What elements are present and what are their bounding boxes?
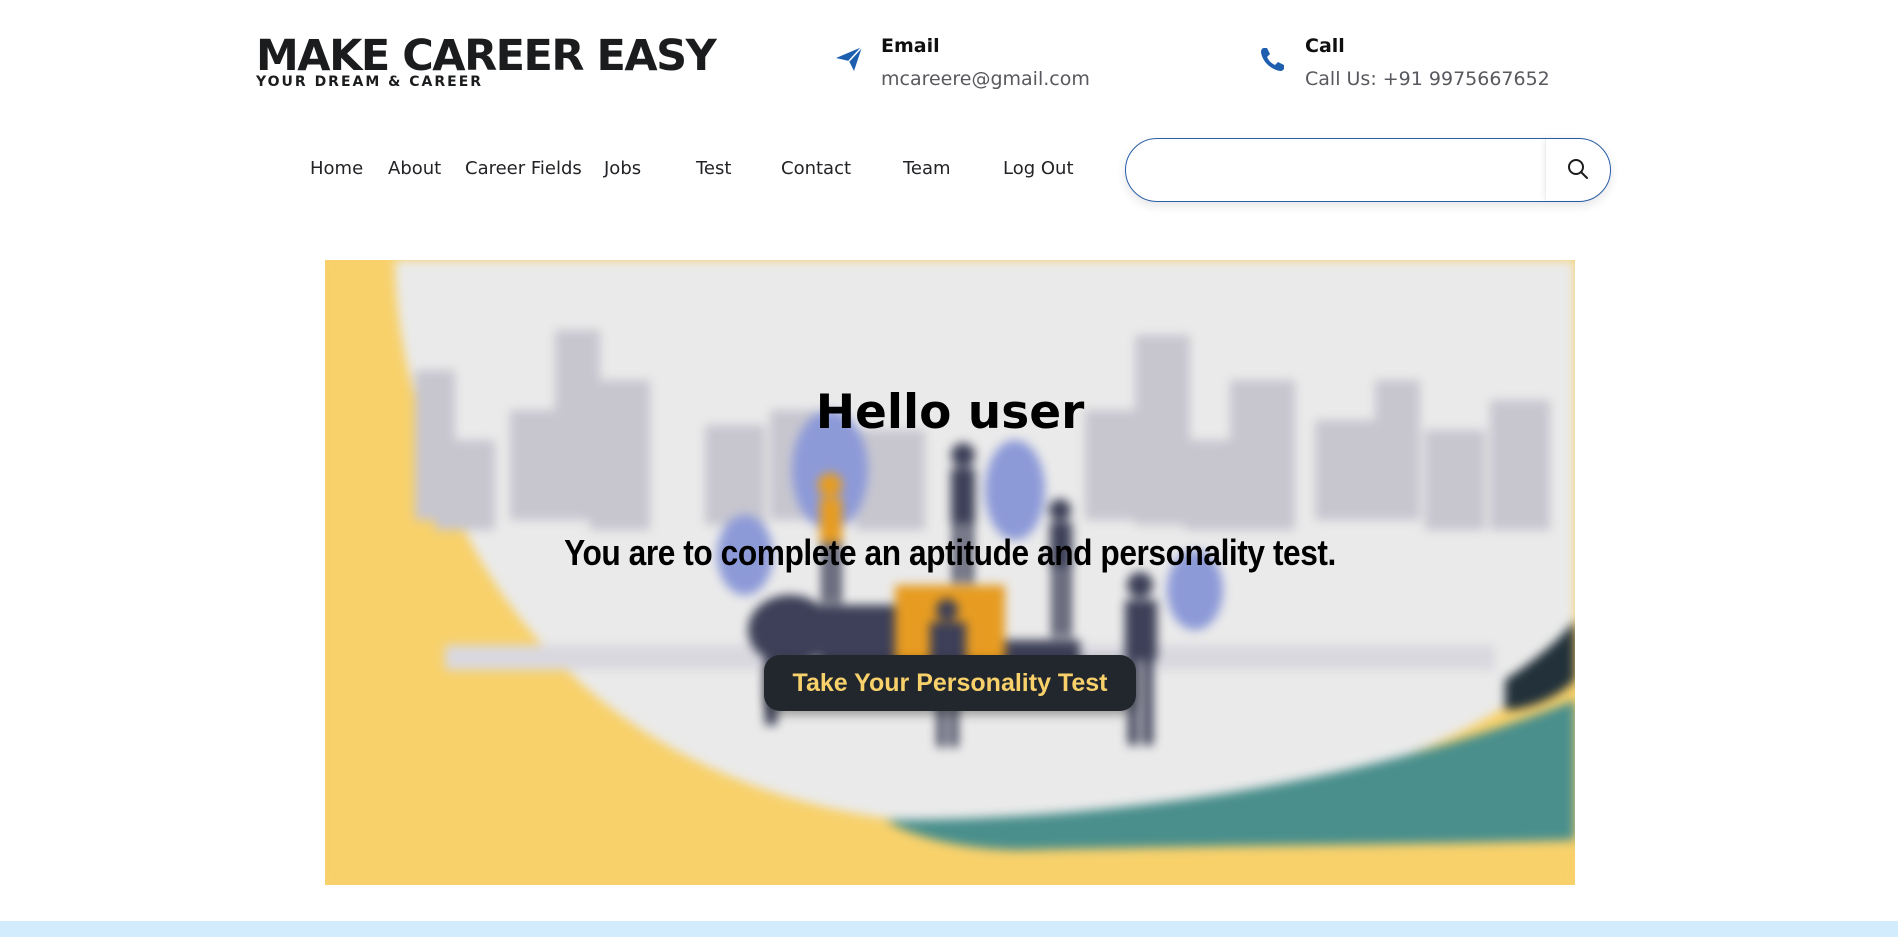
nav-item-jobs[interactable]: Jobs	[604, 158, 641, 179]
nav-item-contact[interactable]: Contact	[781, 158, 851, 179]
search-input[interactable]	[1146, 149, 1560, 193]
hero-title: Hello user	[815, 385, 1085, 440]
contact-email-label: Email	[881, 35, 940, 57]
search-box	[1125, 138, 1611, 202]
paper-plane-icon	[834, 44, 864, 74]
nav-item-team[interactable]: Team	[903, 158, 951, 179]
contact-call-label: Call	[1305, 35, 1345, 57]
page: MAKE CAREER EASY YOUR DREAM & CAREER Ema…	[0, 0, 1898, 937]
nav-item-home[interactable]: Home	[310, 158, 363, 179]
nav-item-test[interactable]: Test	[696, 158, 731, 179]
hero-text: You are to complete an aptitude and pers…	[564, 532, 1336, 573]
nav-item-about[interactable]: About	[388, 158, 441, 179]
brand-logo[interactable]: MAKE CAREER EASY YOUR DREAM & CAREER	[256, 30, 717, 90]
search-button[interactable]	[1545, 139, 1610, 200]
phone-icon	[1258, 44, 1288, 74]
take-personality-test-button[interactable]: Take Your Personality Test	[764, 655, 1136, 711]
nav-item-log-out[interactable]: Log Out	[1003, 158, 1074, 179]
hero-banner: Hello user You are to complete an aptitu…	[325, 260, 1575, 885]
main-nav: Home About Career Fields Jobs Test Conta…	[0, 158, 1100, 184]
contact-call-value[interactable]: Call Us: +91 9975667652	[1305, 67, 1550, 91]
footer-strip	[0, 921, 1898, 937]
nav-item-career-fields[interactable]: Career Fields	[465, 158, 582, 179]
contact-email-value[interactable]: mcareere@gmail.com	[881, 67, 1090, 91]
